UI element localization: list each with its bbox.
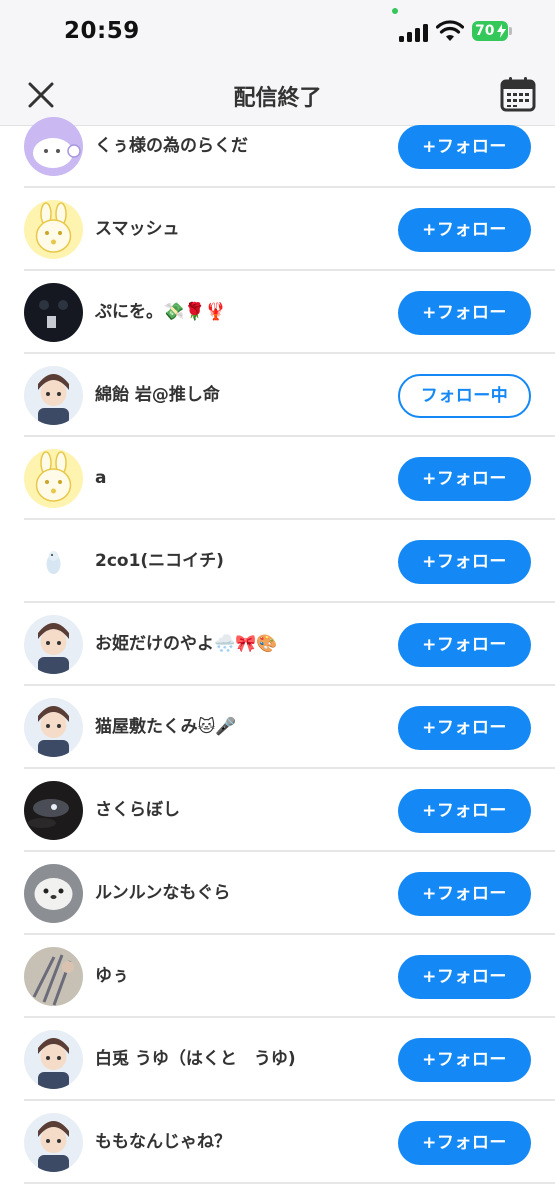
anime-character-icon bbox=[24, 1113, 83, 1172]
avatar[interactable] bbox=[24, 366, 83, 425]
flower-photo-icon bbox=[24, 947, 83, 1006]
user-name[interactable]: ぷにを。💸🌹🦞 bbox=[95, 271, 227, 354]
follow-button[interactable]: +フォロー bbox=[398, 208, 531, 252]
following-button[interactable]: フォロー中 bbox=[398, 374, 531, 418]
follow-button[interactable]: +フォロー bbox=[398, 1038, 531, 1082]
user-row[interactable]: 猫屋敷たくみ🐱🎤 +フォロー bbox=[0, 686, 555, 769]
user-row[interactable]: 2co1(ニコイチ) +フォロー bbox=[0, 520, 555, 603]
follow-button[interactable]: +フォロー bbox=[398, 1121, 531, 1165]
user-name[interactable]: スマッシュ bbox=[95, 188, 180, 271]
white-seal-icon bbox=[24, 864, 83, 923]
user-name[interactable]: 白兎 うゆ（はくと うゆ) bbox=[95, 1018, 296, 1101]
user-name[interactable]: 綿飴 岩@推し命 bbox=[95, 354, 220, 437]
user-name[interactable]: ルンルンなもぐら bbox=[95, 852, 230, 935]
anime-character-icon bbox=[24, 698, 83, 757]
user-name[interactable]: さくらぼし bbox=[95, 769, 180, 852]
avatar[interactable] bbox=[24, 449, 83, 508]
user-name[interactable]: くぅ様の為のらくだ bbox=[95, 105, 248, 188]
user-row[interactable]: ルンルンなもぐら +フォロー bbox=[0, 852, 555, 935]
user-name[interactable]: ももなんじゃね？ bbox=[95, 1101, 231, 1184]
purple-plush-icon bbox=[24, 117, 83, 176]
avatar[interactable] bbox=[24, 947, 83, 1006]
user-row[interactable]: スマッシュ +フォロー bbox=[0, 188, 555, 271]
dark-face-icon bbox=[24, 283, 83, 342]
user-name[interactable]: ゆぅ bbox=[95, 935, 129, 1018]
follow-button[interactable]: +フォロー bbox=[398, 457, 531, 501]
user-name[interactable]: a bbox=[95, 437, 106, 520]
avatar[interactable] bbox=[24, 864, 83, 923]
follow-button[interactable]: +フォロー bbox=[398, 540, 531, 584]
avatar[interactable] bbox=[24, 117, 83, 176]
avatar[interactable] bbox=[24, 615, 83, 674]
small-bird-icon bbox=[24, 532, 83, 591]
anime-character-icon bbox=[24, 615, 83, 674]
user-name[interactable]: お姫だけのやよ🌨️🎀🎨 bbox=[95, 603, 278, 686]
wifi-icon bbox=[436, 20, 464, 41]
battery-level: 70 bbox=[475, 23, 495, 39]
user-name[interactable]: 2co1(ニコイチ) bbox=[95, 520, 224, 603]
user-row[interactable]: 白兎 うゆ（はくと うゆ) +フォロー bbox=[0, 1018, 555, 1101]
user-row[interactable]: お姫だけのやよ🌨️🎀🎨 +フォロー bbox=[0, 603, 555, 686]
avatar[interactable] bbox=[24, 698, 83, 757]
row-divider bbox=[24, 1182, 555, 1184]
user-row[interactable]: さくらぼし +フォロー bbox=[0, 769, 555, 852]
night-sky-icon bbox=[24, 781, 83, 840]
follow-button[interactable]: +フォロー bbox=[398, 706, 531, 750]
user-row[interactable]: a +フォロー bbox=[0, 437, 555, 520]
user-row[interactable]: ゆぅ +フォロー bbox=[0, 935, 555, 1018]
follow-button[interactable]: +フォロー bbox=[398, 291, 531, 335]
yellow-bunny-icon bbox=[24, 200, 83, 259]
avatar[interactable] bbox=[24, 283, 83, 342]
user-name[interactable]: 猫屋敷たくみ🐱🎤 bbox=[95, 686, 237, 769]
user-row[interactable]: くぅ様の為のらくだ +フォロー bbox=[0, 105, 555, 188]
yellow-bunny-icon bbox=[24, 449, 83, 508]
status-bar: 20:59 70 bbox=[0, 0, 555, 62]
avatar[interactable] bbox=[24, 1113, 83, 1172]
battery-icon: 70 bbox=[472, 21, 508, 41]
follow-button[interactable]: +フォロー bbox=[398, 789, 531, 833]
status-time: 20:59 bbox=[64, 18, 140, 44]
anime-character-icon bbox=[24, 1030, 83, 1089]
avatar[interactable] bbox=[24, 1030, 83, 1089]
follow-button[interactable]: +フォロー bbox=[398, 955, 531, 999]
follow-button[interactable]: +フォロー bbox=[398, 623, 531, 667]
avatar[interactable] bbox=[24, 532, 83, 591]
avatar[interactable] bbox=[24, 200, 83, 259]
user-row[interactable]: ももなんじゃね？ +フォロー bbox=[0, 1101, 555, 1184]
cellular-signal-icon bbox=[399, 24, 429, 42]
follow-button[interactable]: +フォロー bbox=[398, 872, 531, 916]
avatar[interactable] bbox=[24, 781, 83, 840]
follow-button[interactable]: +フォロー bbox=[398, 125, 531, 169]
anime-character-icon bbox=[24, 366, 83, 425]
user-list: くぅ様の為のらくだ +フォロー スマッシュ +フォロー ぷにを。💸🌹🦞 +フォロー 綿飴 岩… bbox=[0, 105, 555, 1184]
user-row[interactable]: ぷにを。💸🌹🦞 +フォロー bbox=[0, 271, 555, 354]
user-row[interactable]: 綿飴 岩@推し命 フォロー中 bbox=[0, 354, 555, 437]
battery-tip bbox=[509, 27, 512, 35]
privacy-indicator-dot bbox=[392, 8, 398, 14]
